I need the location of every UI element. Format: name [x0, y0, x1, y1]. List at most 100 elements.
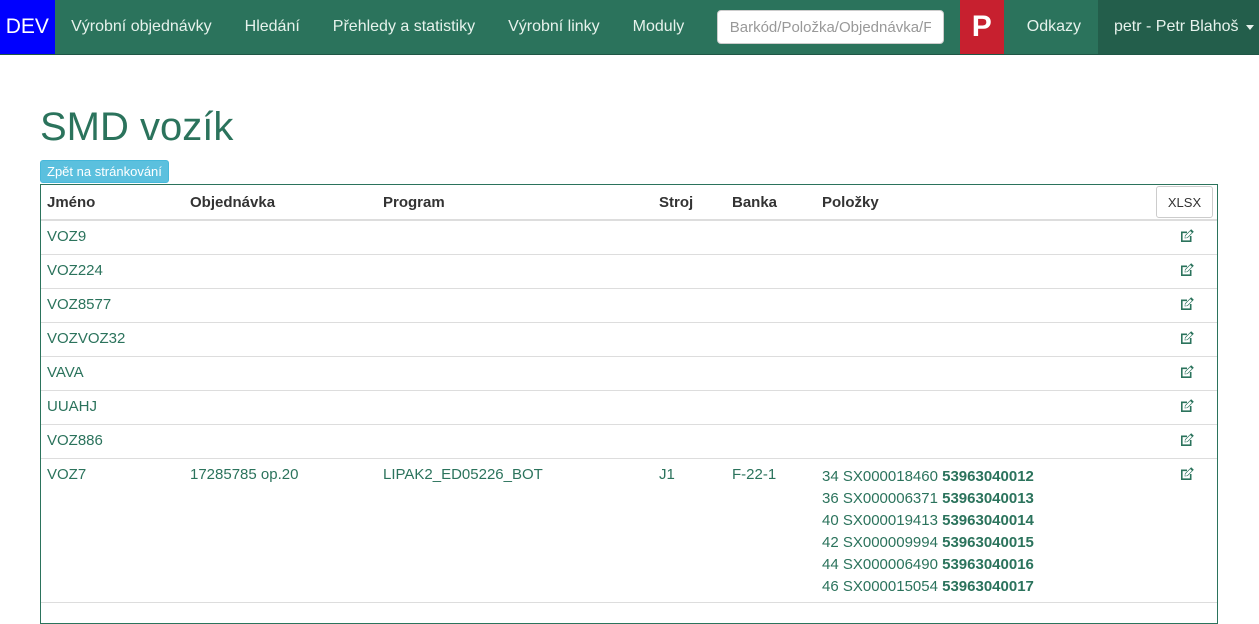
- search-wrap: [701, 0, 944, 54]
- xlsx-export-button[interactable]: XLSX: [1156, 186, 1213, 218]
- env-badge: DEV: [0, 0, 55, 54]
- edit-icon[interactable]: [1179, 262, 1195, 278]
- edit-icon[interactable]: [1179, 330, 1195, 346]
- table-header-row: Jméno Objednávka Program Stroj Banka Pol…: [41, 185, 1217, 221]
- table-row: UUAHJ: [41, 390, 1217, 425]
- cell-order: [184, 424, 377, 459]
- item-line: 34 SX000018460 53963040012: [822, 466, 1119, 488]
- item-prefix: 44 SX000006490: [822, 556, 938, 573]
- cell-items: [816, 254, 1125, 289]
- page-title: SMD vozík: [40, 105, 234, 149]
- cell-name[interactable]: VOZ7: [41, 458, 184, 603]
- table-row: VOZ7 17285785 op.20 LIPAK2_ED05226_BOT J1 F-…: [41, 458, 1217, 603]
- nav-item-search[interactable]: Hledání: [228, 0, 316, 54]
- cart-table: Jméno Objednávka Program Stroj Banka Pol…: [41, 185, 1217, 603]
- user-name: petr - Petr Blahoš: [1114, 18, 1239, 35]
- cell-name[interactable]: VOZ886: [41, 424, 184, 459]
- nav-item-modules[interactable]: Moduly: [616, 0, 701, 54]
- header-export-cell: XLSX: [1124, 185, 1217, 221]
- cell-bank: [726, 288, 816, 323]
- cell-edit: [1124, 254, 1217, 289]
- edit-icon[interactable]: [1179, 398, 1195, 414]
- cell-edit: [1124, 390, 1217, 425]
- cell-items: [816, 356, 1125, 391]
- p-button[interactable]: P: [959, 0, 1004, 54]
- item-prefix: 40 SX000019413: [822, 512, 938, 529]
- nav-item-links[interactable]: Odkazy: [1004, 0, 1098, 54]
- cell-machine: J1: [653, 458, 726, 603]
- cell-edit: [1124, 220, 1217, 255]
- cell-order: [184, 288, 377, 323]
- table-row: VOZVOZ32: [41, 322, 1217, 357]
- cell-bank: [726, 322, 816, 357]
- header-order: Objednávka: [184, 185, 377, 221]
- cell-name[interactable]: VOZ9: [41, 220, 184, 255]
- nav-item-orders[interactable]: Výrobní objednávky: [55, 0, 229, 54]
- cell-name[interactable]: VAVA: [41, 356, 184, 391]
- cell-items: [816, 424, 1125, 459]
- cell-machine: [653, 288, 726, 323]
- item-line: 46 SX000015054 53963040017: [822, 576, 1119, 598]
- cell-machine: [653, 254, 726, 289]
- cell-program: [377, 390, 653, 425]
- cell-machine: [653, 390, 726, 425]
- item-code[interactable]: 53963040014: [942, 512, 1034, 529]
- cell-order: [184, 322, 377, 357]
- cell-edit: [1124, 458, 1217, 603]
- item-code[interactable]: 53963040015: [942, 534, 1034, 551]
- item-code[interactable]: 53963040016: [942, 556, 1034, 573]
- item-code[interactable]: 53963040012: [942, 468, 1034, 485]
- nav-item-statistics[interactable]: Přehledy a statistiky: [316, 0, 491, 54]
- nav-item-lines[interactable]: Výrobní linky: [492, 0, 617, 54]
- table-row: VOZ9: [41, 220, 1217, 255]
- cell-program: [377, 424, 653, 459]
- item-prefix: 46 SX000015054: [822, 578, 938, 595]
- edit-icon[interactable]: [1179, 364, 1195, 380]
- cell-machine: [653, 322, 726, 357]
- cell-order: [184, 220, 377, 255]
- item-code[interactable]: 53963040013: [942, 490, 1034, 507]
- cell-name[interactable]: VOZ224: [41, 254, 184, 289]
- caret-down-icon: [1245, 24, 1254, 30]
- cell-bank: [726, 254, 816, 289]
- edit-icon[interactable]: [1179, 228, 1195, 244]
- cell-edit: [1124, 356, 1217, 391]
- cell-items: [816, 322, 1125, 357]
- cell-machine: [653, 220, 726, 255]
- cell-order: [184, 254, 377, 289]
- barcode-search-input[interactable]: [716, 10, 944, 44]
- edit-icon[interactable]: [1179, 466, 1195, 482]
- cell-name[interactable]: VOZ8577: [41, 288, 184, 323]
- cell-program: [377, 254, 653, 289]
- cell-program: [377, 322, 653, 357]
- cell-edit: [1124, 424, 1217, 459]
- cell-items: 34 SX000018460 53963040012 36 SX000006371…: [816, 458, 1125, 603]
- cell-machine: [653, 356, 726, 391]
- back-to-paging-button[interactable]: Zpět na stránkování: [40, 160, 169, 183]
- cell-items: [816, 288, 1125, 323]
- header-name: Jméno: [41, 185, 184, 221]
- table-row: VAVA: [41, 356, 1217, 391]
- cell-program: LIPAK2_ED05226_BOT: [377, 458, 653, 603]
- cell-name[interactable]: VOZVOZ32: [41, 322, 184, 357]
- edit-icon[interactable]: [1179, 296, 1195, 312]
- header-program: Program: [377, 185, 653, 221]
- item-line: 42 SX000009994 53963040015: [822, 532, 1119, 554]
- header-bank: Banka: [726, 185, 816, 221]
- cell-order: [184, 356, 377, 391]
- cell-edit: [1124, 288, 1217, 323]
- header-machine: Stroj: [653, 185, 726, 221]
- cell-program: [377, 288, 653, 323]
- cell-items: [816, 220, 1125, 255]
- edit-icon[interactable]: [1179, 432, 1195, 448]
- cell-order: [184, 390, 377, 425]
- cell-bank: [726, 220, 816, 255]
- cell-bank: [726, 424, 816, 459]
- cell-items: [816, 390, 1125, 425]
- top-navbar: DEV Výrobní objednávky Hledání Přehledy …: [0, 0, 1259, 55]
- cell-bank: F-22-1: [726, 458, 816, 603]
- cell-name[interactable]: UUAHJ: [41, 390, 184, 425]
- item-code[interactable]: 53963040017: [942, 578, 1034, 595]
- user-menu[interactable]: petr - Petr Blahoš: [1098, 0, 1259, 54]
- header-items: Položky: [816, 185, 1125, 221]
